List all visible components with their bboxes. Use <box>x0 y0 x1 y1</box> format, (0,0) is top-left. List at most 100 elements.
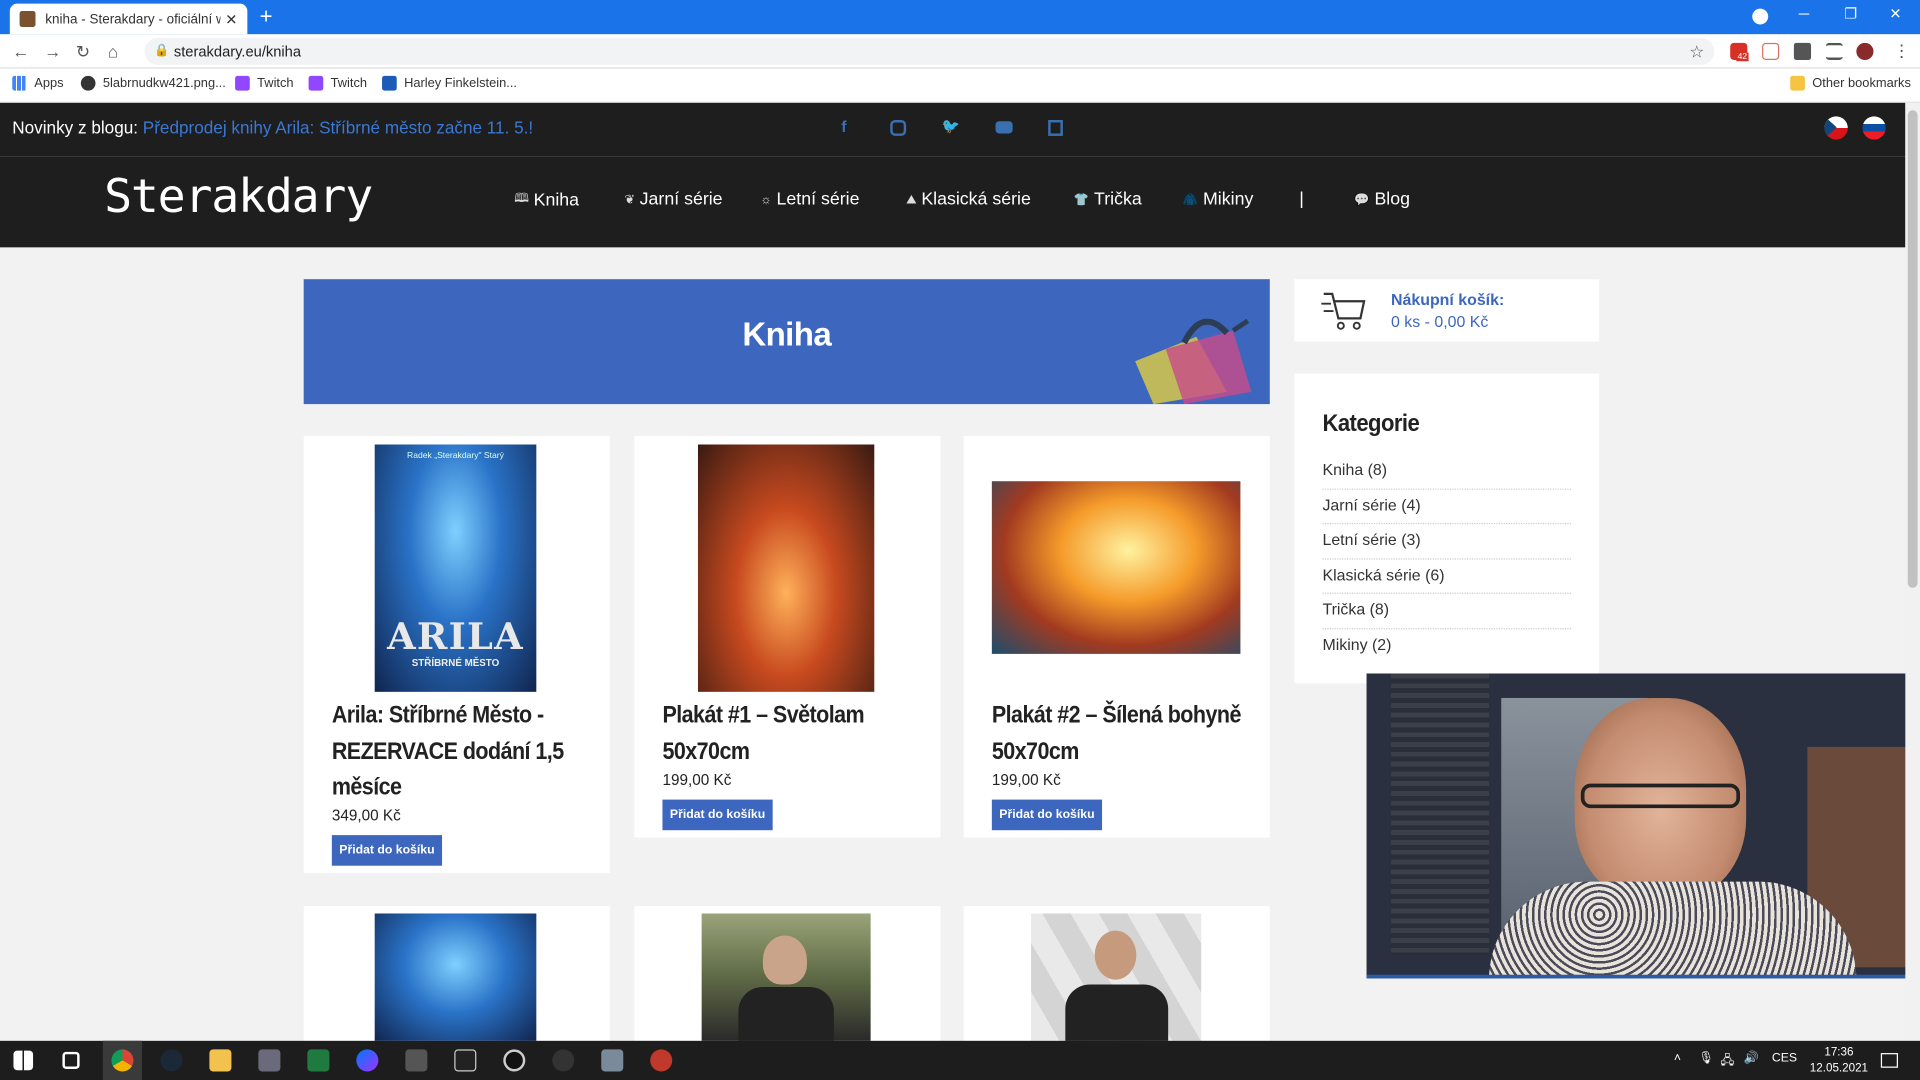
steam-icon[interactable] <box>160 1049 183 1072</box>
network-icon[interactable]: 🖧 <box>1720 1052 1734 1073</box>
news-link[interactable]: Předprodej knihy Arila: Stříbrné město z… <box>143 118 533 138</box>
category-item[interactable]: Jarní série (4) <box>1322 489 1572 525</box>
bookmark-apps[interactable]: Apps <box>12 75 64 91</box>
browser-tab[interactable]: kniha - Sterakdary - oficiální web ✕ <box>9 3 248 35</box>
lock-icon: 🔒 <box>154 44 170 58</box>
new-tab-icon[interactable]: + <box>260 5 273 27</box>
page-scrollbar[interactable] <box>1905 102 1920 1041</box>
app-icon[interactable] <box>405 1049 428 1072</box>
product-image[interactable]: Radek „Sterakdary" Starý ARILA STŘÍBRNÉ … <box>374 444 537 692</box>
product-title[interactable]: Arila: Stříbrné Město - REZERVACE dodání… <box>332 698 589 806</box>
app-icon[interactable] <box>454 1049 477 1072</box>
minimize-icon[interactable]: ─ <box>1799 5 1809 22</box>
home-icon[interactable]: ⌂ <box>108 42 118 62</box>
reload-icon[interactable]: ↻ <box>76 42 90 63</box>
url-input[interactable]: 🔒 sterakdary.eu/kniha ☆ <box>144 37 1715 65</box>
excel-icon[interactable] <box>307 1049 330 1072</box>
twitch-icon[interactable] <box>1048 120 1063 136</box>
category-item[interactable]: Trička (8) <box>1322 594 1572 630</box>
product-image[interactable] <box>697 444 875 692</box>
forward-icon[interactable]: → <box>44 42 61 62</box>
notifications-icon[interactable] <box>1880 1053 1898 1068</box>
app-icon[interactable] <box>258 1049 281 1072</box>
file-explorer-icon[interactable] <box>209 1049 232 1072</box>
menu-blog[interactable]: 💬 Blog <box>1354 190 1410 210</box>
extension-icon[interactable] <box>1762 42 1780 61</box>
person-shirt <box>1488 881 1857 975</box>
obs-icon[interactable] <box>503 1049 526 1072</box>
youtube-icon[interactable] <box>995 121 1013 134</box>
menu-klasicka-serie[interactable]: ⛰ Klasická série <box>906 190 1031 210</box>
book-icon: 🕮 <box>514 192 529 206</box>
menu-jarni-serie[interactable]: ❦ Jarní série <box>624 190 722 210</box>
messenger-icon[interactable] <box>356 1049 379 1072</box>
category-item[interactable]: Letní série (3) <box>1322 524 1572 560</box>
site-header: Sterakdary 🕮 Kniha ❦ Jarní série ☼ Letní sé… <box>0 156 1906 248</box>
close-window-icon[interactable]: ✕ <box>1889 5 1901 22</box>
reading-list-icon[interactable] <box>1825 42 1843 61</box>
language-indicator[interactable]: CES <box>1772 1052 1797 1065</box>
menu-label: Trička <box>1094 189 1142 210</box>
volume-icon[interactable]: 🔊 <box>1744 1052 1759 1065</box>
menu-letni-serie[interactable]: ☼ Letní série <box>760 190 859 210</box>
bookmark-star-icon[interactable]: ☆ <box>1689 42 1704 63</box>
task-view-icon[interactable] <box>62 1051 80 1069</box>
clock[interactable]: 17:36 12.05.2021 <box>1810 1044 1868 1076</box>
add-to-cart-button[interactable]: Přidat do košíku <box>991 799 1103 831</box>
blog-news: Novinky z blogu: Předprodej knihy Arila:… <box>12 118 533 138</box>
other-bookmarks[interactable]: Other bookmarks <box>1790 75 1911 91</box>
bookmark-harley[interactable]: Harley Finkelstein... <box>382 75 517 91</box>
browser-tab-bar: kniha - Sterakdary - oficiální web ✕ + ─… <box>0 0 1920 35</box>
cart-widget[interactable]: Nákupní košík: 0 ks - 0,00 Kč <box>1294 279 1600 342</box>
news-label: Novinky z blogu: <box>12 117 139 138</box>
bookmark-twitch-1[interactable]: Twitch <box>235 75 294 91</box>
product-title[interactable]: Plakát #1 – Světolam 50x70cm <box>662 698 919 770</box>
menu-tricka[interactable]: 👕 Trička <box>1074 190 1142 210</box>
favicon-icon <box>19 11 36 27</box>
bookmark-png[interactable]: 5labrnudkw421.png... <box>80 75 226 91</box>
microphone-icon[interactable]: 🎙 <box>1698 1052 1714 1065</box>
categories-widget: Kategorie Kniha (8) Jarní série (4) Letn… <box>1294 373 1600 684</box>
puzzle-extensions-icon[interactable] <box>1793 42 1812 61</box>
czech-flag-icon[interactable] <box>1824 116 1848 140</box>
product-image[interactable] <box>374 913 537 1041</box>
close-tab-icon[interactable]: ✕ <box>225 10 237 27</box>
category-item[interactable]: Kniha (8) <box>1322 454 1572 490</box>
app-icon[interactable] <box>552 1049 575 1072</box>
chat-icon: 💬 <box>1354 192 1370 207</box>
back-icon[interactable]: ← <box>12 42 29 62</box>
category-item[interactable]: Mikiny (2) <box>1322 629 1571 664</box>
categories-title: Kategorie <box>1322 410 1420 438</box>
tray-chevron-icon[interactable]: ˄ <box>1674 1052 1681 1065</box>
category-item[interactable]: Klasická série (6) <box>1322 559 1572 595</box>
menu-dots-icon[interactable]: ⋮ <box>1893 40 1910 61</box>
bookmark-twitch-2[interactable]: Twitch <box>308 75 367 91</box>
add-to-cart-button[interactable]: Přidat do košíku <box>662 799 773 831</box>
chrome-icon[interactable] <box>111 1049 134 1072</box>
product-image[interactable] <box>991 481 1241 654</box>
avatar[interactable] <box>1856 42 1874 61</box>
cover-title: ARILA <box>387 615 524 659</box>
instagram-icon[interactable] <box>890 120 907 136</box>
app-icon[interactable] <box>601 1049 624 1072</box>
facebook-icon[interactable]: f <box>841 118 846 136</box>
menu-label: Klasická série <box>921 189 1031 210</box>
add-to-cart-button[interactable]: Přidat do košíku <box>331 835 443 866</box>
profile-download-icon[interactable] <box>1752 8 1769 25</box>
windows-start-icon[interactable] <box>13 1050 34 1071</box>
product-image[interactable] <box>701 913 871 1041</box>
restore-icon[interactable]: ❐ <box>1844 5 1857 22</box>
product-title[interactable]: Plakát #2 – Šílená bohyně 50x70cm <box>992 698 1249 770</box>
scrollbar-thumb[interactable] <box>1907 110 1918 588</box>
window-blinds <box>1391 673 1489 956</box>
slovak-flag-icon[interactable] <box>1862 116 1886 140</box>
site-logo[interactable]: Sterakdary <box>104 169 373 223</box>
cart-summary: 0 ks - 0,00 Kč <box>1391 312 1489 331</box>
menu-mikiny[interactable]: 🧥 Mikiny <box>1183 190 1253 210</box>
twitter-icon[interactable]: 🐦 <box>942 118 960 135</box>
product-price: 199,00 Kč <box>991 771 1061 789</box>
product-image[interactable] <box>1031 913 1202 1041</box>
app-icon[interactable] <box>650 1049 673 1072</box>
bookmark-label: 5labrnudkw421.png... <box>102 75 226 91</box>
menu-kniha[interactable]: 🕮 Kniha <box>514 190 579 211</box>
